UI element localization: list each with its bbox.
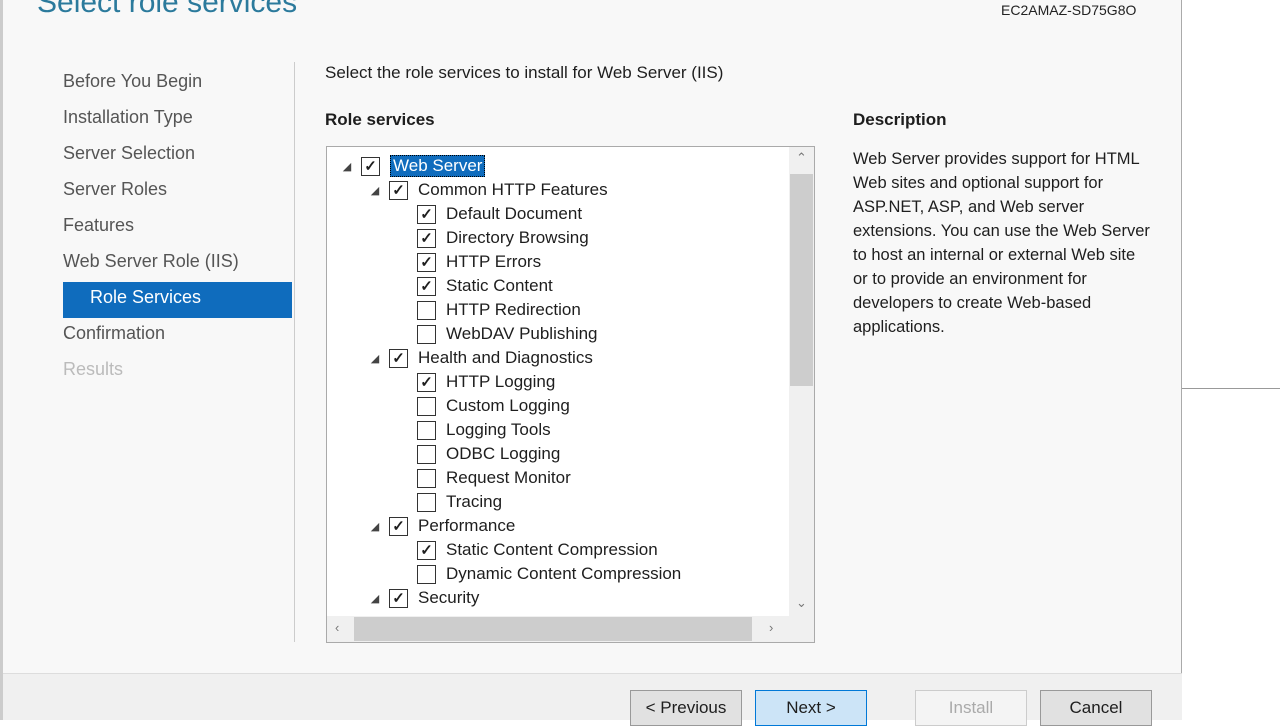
tree-item-label: HTTP Logging [446,372,556,391]
checkbox[interactable] [417,300,436,320]
nav-item[interactable]: Web Server Role (IIS) [63,246,293,282]
nav-item: Results [63,359,124,379]
tree-item[interactable]: Tracing [389,490,502,514]
checkbox[interactable] [417,324,436,344]
nav-item[interactable]: Server Selection [63,138,293,174]
checkbox[interactable] [417,396,436,416]
tree-item[interactable]: ✓ Directory Browsing [389,226,589,250]
expand-triangle-icon[interactable]: ◢ [361,352,389,365]
tree-item[interactable]: HTTP Redirection [389,298,581,322]
tree-item-label: WebDAV Publishing [446,324,598,343]
checkbox[interactable]: ✓ [361,156,380,176]
checkbox[interactable]: ✓ [389,348,408,368]
nav-item[interactable]: Features [63,210,293,246]
tree-item[interactable]: Logging Tools [389,418,551,442]
tree-item-label: Static Content Compression [446,540,658,559]
checkbox[interactable]: ✓ [417,276,436,296]
tree-item[interactable]: ◢ ✓ Health and Diagnostics [361,346,593,370]
page-title: Select role services [37,0,298,19]
tree-item-label: HTTP Errors [446,252,542,271]
tree-item[interactable]: ◢ ✓ Security [361,586,479,610]
nav-item[interactable]: Installation Type [63,102,293,138]
checkbox[interactable]: ✓ [389,516,408,536]
tree-item[interactable]: Custom Logging [389,394,570,418]
tree-item[interactable]: ◢ ✓ Web Server [333,154,486,178]
description-text: Web Server provides support for HTML Web… [853,150,1150,336]
horizontal-scroll-thumb[interactable] [354,617,752,641]
tree-item-label: Tracing [446,492,503,511]
tree-item[interactable]: WebDAV Publishing [389,322,598,346]
checkbox[interactable]: ✓ [389,180,408,200]
checkbox[interactable] [417,492,436,512]
scroll-right-icon[interactable]: › [769,620,773,635]
tree-item[interactable]: ◢ ✓ Common HTTP Features [361,178,608,202]
tree-item[interactable]: Dynamic Content Compression [389,562,681,586]
tree-item-label: Web Server [390,155,486,177]
checkbox[interactable]: ✓ [389,588,408,608]
vertical-scroll-thumb[interactable] [790,174,813,386]
nav-item[interactable]: Role Services [63,282,292,318]
destination-server: EC2AMAZ-SD75G8O [1001,2,1137,18]
expand-triangle-icon[interactable]: ◢ [361,184,389,197]
tree-item-label: Default Document [446,204,583,223]
tree-item-label: Custom Logging [446,396,570,415]
background-window [1182,388,1280,720]
tree-item[interactable]: ✓ Default Document [389,202,582,226]
scroll-left-icon[interactable]: ‹ [335,620,339,635]
scroll-down-icon[interactable]: ⌄ [796,595,807,611]
checkbox[interactable]: ✓ [417,228,436,248]
tree-item-label: Request Monitor [446,468,571,487]
tree-item-label: ODBC Logging [446,444,561,463]
checkbox[interactable]: ✓ [417,372,436,392]
tree-item[interactable]: ✓ HTTP Logging [389,370,555,394]
checkbox[interactable]: ✓ [417,204,436,224]
nav-item[interactable]: Before You Begin [63,66,293,102]
role-services-heading: Role services [325,110,435,129]
tree-item[interactable]: ✓ HTTP Errors [389,250,541,274]
install-button[interactable]: Install [915,690,1027,726]
tree-item-label: Directory Browsing [446,228,589,247]
tree-item[interactable]: ◢ ✓ Performance [361,514,515,538]
checkbox[interactable]: ✓ [417,540,436,560]
tree-item-label: Security [418,588,480,607]
checkbox[interactable] [417,564,436,584]
expand-triangle-icon[interactable]: ◢ [333,160,361,173]
vertical-scrollbar[interactable]: ⌃ ⌄ [789,147,814,617]
checkbox[interactable] [417,444,436,464]
wizard-nav: Before You Begin Installation Type Server … [63,66,293,390]
tree-item-label: Dynamic Content Compression [446,564,682,583]
checkbox[interactable] [417,468,436,488]
instruction-text: Select the role services to install for … [325,63,724,82]
horizontal-scrollbar[interactable]: ‹ › [327,616,814,642]
wizard-window: Select role services EC2AMAZ-SD75G8O Bef… [0,0,1185,726]
scroll-up-icon[interactable]: ⌃ [796,150,807,166]
tree-item-label: Static Content [446,276,553,295]
expand-triangle-icon[interactable]: ◢ [361,520,389,533]
next-button[interactable]: Next > [755,690,867,726]
description-heading: Description [853,110,947,129]
expand-triangle-icon[interactable]: ◢ [361,592,389,605]
tree-item-label: Common HTTP Features [418,180,608,199]
role-services-tree[interactable]: ⌃ ⌄ ‹ › ◢ ✓ Web Server ◢ ✓ Common HTTP Featur… [326,146,815,643]
tree-item[interactable]: Request Monitor [389,466,571,490]
tree-item[interactable]: ODBC Logging [389,442,560,466]
cancel-button[interactable]: Cancel [1040,690,1152,726]
tree-item-label: Logging Tools [446,420,551,439]
tree-item[interactable]: ✓ Static Content Compression [389,538,658,562]
checkbox[interactable]: ✓ [417,252,436,272]
nav-item[interactable]: Server Roles [63,174,293,210]
tree-item-label: Performance [418,516,516,535]
nav-item[interactable]: Confirmation [63,318,293,354]
checkbox[interactable] [417,420,436,440]
tree-item[interactable]: ✓ Static Content [389,274,553,298]
tree-item-label: Health and Diagnostics [418,348,593,367]
tree-item-label: HTTP Redirection [446,300,581,319]
divider [294,62,295,642]
previous-button[interactable]: < Previous [630,690,742,726]
